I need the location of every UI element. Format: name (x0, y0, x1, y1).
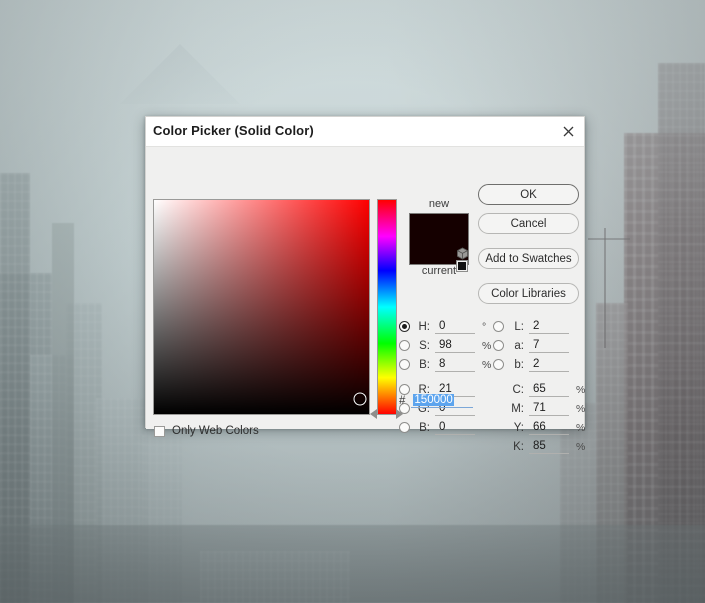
field-row-k: K: 85 % (493, 437, 585, 456)
dialog-titlebar: Color Picker (Solid Color) (146, 117, 584, 147)
hex-prefix: # (399, 395, 406, 407)
radio-b-blue[interactable] (399, 422, 410, 433)
label-m: M: (511, 402, 524, 415)
radio-b-brightness[interactable] (399, 359, 410, 370)
unit-s: % (482, 339, 492, 352)
label-h: H: (418, 320, 431, 333)
only-web-colors-label: Only Web Colors (172, 425, 259, 437)
sv-cursor-handle[interactable] (353, 392, 367, 406)
label-l: L: (514, 320, 524, 333)
unit-k: % (576, 440, 586, 453)
input-k[interactable]: 85 (529, 440, 569, 454)
background-crane (604, 228, 606, 348)
unit-c: % (576, 383, 586, 396)
radio-l[interactable] (493, 321, 504, 332)
unit-m: % (576, 402, 586, 415)
radio-a[interactable] (493, 340, 504, 351)
label-lab-b: b: (514, 358, 524, 371)
input-b-brightness[interactable]: 8 (435, 358, 475, 372)
ok-button[interactable]: OK (478, 184, 579, 205)
background-foreground-block (0, 525, 705, 603)
label-b-blue: B: (419, 421, 430, 434)
dialog-body: new current OK Cancel Add to Swatches Co… (146, 147, 585, 454)
saturation-brightness-field[interactable] (153, 199, 370, 415)
label-b-brightness: B: (419, 358, 430, 371)
field-row-l: L: 2 (493, 317, 569, 336)
input-b-blue[interactable]: 0 (435, 421, 475, 435)
input-c[interactable]: 65 (529, 383, 569, 397)
input-m[interactable]: 71 (529, 402, 569, 416)
color-picker-dialog: Color Picker (Solid Color) new current O… (145, 116, 585, 454)
label-c: C: (512, 383, 525, 396)
unit-b-brightness: % (482, 358, 492, 371)
color-libraries-button[interactable]: Color Libraries (478, 283, 579, 304)
screen: Color Picker (Solid Color) new current O… (0, 0, 705, 603)
unit-h: ° (482, 320, 487, 333)
gamut-warning-icon[interactable] (456, 247, 469, 260)
hex-field-row: # 150000 (399, 392, 474, 410)
close-icon[interactable] (556, 120, 580, 143)
radio-h[interactable] (399, 321, 410, 332)
cancel-button[interactable]: Cancel (478, 213, 579, 234)
field-row-lab-b: b: 2 (493, 355, 569, 374)
background-crane-arm (588, 238, 630, 240)
label-a: a: (514, 339, 524, 352)
field-row-c: C: 65 % (493, 380, 585, 399)
input-y[interactable]: 66 (529, 421, 569, 435)
field-row-a: a: 7 (493, 336, 569, 355)
web-safe-icon[interactable] (456, 260, 468, 272)
hue-slider-handle-left[interactable] (370, 409, 377, 419)
field-row-b-blue: B: 0 (399, 418, 475, 437)
radio-s[interactable] (399, 340, 410, 351)
hex-value: 150000 (413, 394, 454, 406)
field-row-b-brightness: B: 8 % (399, 355, 491, 374)
background-building (200, 551, 350, 603)
unit-y: % (576, 421, 586, 434)
field-row-h: H: 0 ° (399, 317, 486, 336)
field-row-m: M: 71 % (493, 399, 585, 418)
input-h[interactable]: 0 (435, 320, 475, 334)
hex-input[interactable]: 150000 (411, 394, 474, 408)
background-mountain (120, 44, 240, 104)
label-s: S: (419, 339, 430, 352)
add-to-swatches-button[interactable]: Add to Swatches (478, 248, 579, 269)
input-l[interactable]: 2 (529, 320, 569, 334)
only-web-colors-checkbox[interactable]: Only Web Colors (154, 425, 259, 437)
background-building (658, 63, 705, 603)
label-y: Y: (513, 421, 524, 434)
label-k: K: (513, 440, 524, 453)
new-color-swatch[interactable] (409, 213, 469, 239)
new-color-label: new (428, 198, 450, 210)
radio-lab-b[interactable] (493, 359, 504, 370)
hue-slider[interactable] (377, 199, 397, 415)
only-web-colors-box[interactable] (154, 425, 165, 437)
input-s[interactable]: 98 (435, 339, 475, 353)
field-row-y: Y: 66 % (493, 418, 585, 437)
input-lab-b[interactable]: 2 (529, 358, 569, 372)
field-row-s: S: 98 % (399, 336, 491, 355)
input-a[interactable]: 7 (529, 339, 569, 353)
dialog-title: Color Picker (Solid Color) (153, 123, 314, 138)
